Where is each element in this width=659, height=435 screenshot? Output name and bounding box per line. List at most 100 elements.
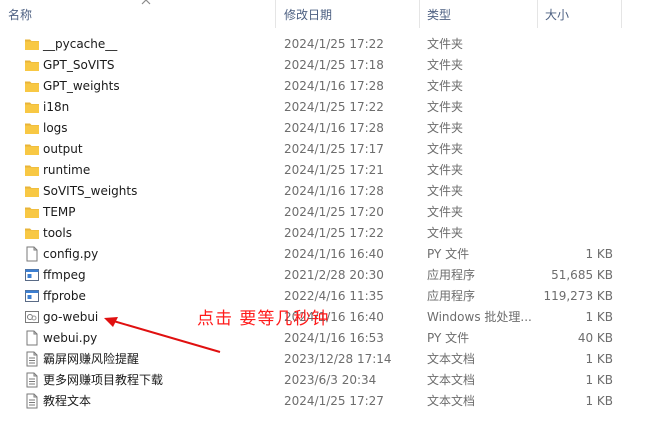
file-name: GPT_SoVITS xyxy=(43,58,115,72)
file-size: 1 KB xyxy=(585,373,613,387)
file-date: 2024/1/25 17:27 xyxy=(284,394,384,408)
folder-icon xyxy=(24,99,40,115)
column-divider[interactable] xyxy=(419,0,420,28)
file-type: 文本文档 xyxy=(427,373,476,387)
folder-icon xyxy=(24,36,40,52)
file-date: 2024/1/25 17:17 xyxy=(284,142,384,156)
file-size: 1 KB xyxy=(585,394,613,408)
file-name: TEMP xyxy=(43,205,76,219)
file-row[interactable]: go-webui 2024/1/16 16:40 Windows 批处理... 1 K… xyxy=(0,307,659,328)
file-date: 2024/1/16 17:28 xyxy=(284,121,384,135)
column-header-date[interactable]: 修改日期 xyxy=(284,0,332,28)
file-row[interactable]: TEMP 2024/1/25 17:20 文件夹 xyxy=(0,202,659,223)
file-name: GPT_weights xyxy=(43,79,120,93)
file-type: 文件夹 xyxy=(427,226,464,240)
file-type: PY 文件 xyxy=(427,331,470,345)
file-date: 2024/1/25 17:22 xyxy=(284,37,384,51)
file-row[interactable]: ffprobe 2022/4/16 11:35 应用程序 119,273 KB xyxy=(0,286,659,307)
file-type: 应用程序 xyxy=(427,289,476,303)
folder-icon xyxy=(24,162,40,178)
folder-icon xyxy=(24,57,40,73)
file-name: __pycache__ xyxy=(43,37,118,51)
batch-file-icon xyxy=(24,309,40,325)
file-date: 2024/1/16 16:40 xyxy=(284,247,384,261)
file-size: 1 KB xyxy=(585,310,613,324)
column-header-name[interactable]: 名称 xyxy=(8,0,32,28)
file-row[interactable]: SoVITS_weights 2024/1/16 17:28 文件夹 xyxy=(0,181,659,202)
file-date: 2024/1/25 17:22 xyxy=(284,100,384,114)
file-name: webui.py xyxy=(43,331,98,345)
file-date: 2023/12/28 17:14 xyxy=(284,352,392,366)
file-icon xyxy=(24,246,40,262)
folder-icon xyxy=(24,141,40,157)
file-date: 2024/1/16 17:28 xyxy=(284,79,384,93)
file-row[interactable]: GPT_weights 2024/1/16 17:28 文件夹 xyxy=(0,76,659,97)
file-date: 2024/1/25 17:20 xyxy=(284,205,384,219)
folder-icon xyxy=(24,204,40,220)
column-header-bar: 名称 修改日期 类型 大小 xyxy=(0,0,659,28)
file-type: PY 文件 xyxy=(427,247,470,261)
sort-ascending-icon xyxy=(141,0,151,5)
file-row[interactable]: config.py 2024/1/16 16:40 PY 文件 1 KB xyxy=(0,244,659,265)
file-row[interactable]: __pycache__ 2024/1/25 17:22 文件夹 xyxy=(0,34,659,55)
column-divider[interactable] xyxy=(275,0,276,28)
text-file-icon xyxy=(24,393,40,409)
annotation-arrow xyxy=(104,317,221,353)
file-row[interactable]: 更多网赚项目教程下载 2023/6/3 20:34 文本文档 1 KB xyxy=(0,370,659,391)
file-date: 2024/1/25 17:18 xyxy=(284,58,384,72)
file-row[interactable]: ffmpeg 2021/2/28 20:30 应用程序 51,685 KB xyxy=(0,265,659,286)
file-row[interactable]: webui.py 2024/1/16 16:53 PY 文件 40 KB xyxy=(0,328,659,349)
file-date: 2024/1/16 16:53 xyxy=(284,331,384,345)
file-size: 119,273 KB xyxy=(543,289,613,303)
file-name: SoVITS_weights xyxy=(43,184,138,198)
file-row[interactable]: logs 2024/1/16 17:28 文件夹 xyxy=(0,118,659,139)
file-name: 更多网赚项目教程下载 xyxy=(43,373,164,387)
folder-icon xyxy=(24,120,40,136)
file-date: 2024/1/16 17:28 xyxy=(284,184,384,198)
file-row[interactable]: output 2024/1/25 17:17 文件夹 xyxy=(0,139,659,160)
file-name: 教程文本 xyxy=(43,394,92,408)
file-date: 2023/6/3 20:34 xyxy=(284,373,377,387)
text-file-icon xyxy=(24,351,40,367)
file-name: tools xyxy=(43,226,72,240)
column-header-size[interactable]: 大小 xyxy=(545,0,569,28)
file-date: 2024/1/25 17:22 xyxy=(284,226,384,240)
folder-icon xyxy=(24,183,40,199)
file-size: 1 KB xyxy=(585,352,613,366)
file-size: 40 KB xyxy=(577,331,613,345)
folder-icon xyxy=(24,78,40,94)
file-name: i18n xyxy=(43,100,70,114)
column-header-type[interactable]: 类型 xyxy=(427,0,451,28)
file-name: ffprobe xyxy=(43,289,86,303)
file-name: output xyxy=(43,142,83,156)
file-row[interactable]: runtime 2024/1/25 17:21 文件夹 xyxy=(0,160,659,181)
file-type: 文件夹 xyxy=(427,121,464,135)
file-type: 文件夹 xyxy=(427,79,464,93)
file-date: 2021/2/28 20:30 xyxy=(284,268,384,282)
file-type: 文件夹 xyxy=(427,142,464,156)
file-type: 文件夹 xyxy=(427,37,464,51)
file-name: logs xyxy=(43,121,68,135)
column-divider[interactable] xyxy=(621,0,622,28)
file-date: 2024/1/25 17:21 xyxy=(284,163,384,177)
file-name: runtime xyxy=(43,163,91,177)
file-row[interactable]: tools 2024/1/25 17:22 文件夹 xyxy=(0,223,659,244)
file-row[interactable]: 霸屏网赚风险提醒 2023/12/28 17:14 文本文档 1 KB xyxy=(0,349,659,370)
file-type: 文件夹 xyxy=(427,184,464,198)
app-icon xyxy=(24,288,40,304)
file-type: 文件夹 xyxy=(427,163,464,177)
file-row[interactable]: 教程文本 2024/1/25 17:27 文本文档 1 KB xyxy=(0,391,659,412)
file-type: 文件夹 xyxy=(427,58,464,72)
file-type: 文件夹 xyxy=(427,100,464,114)
file-type: Windows 批处理... xyxy=(427,310,532,324)
app-icon xyxy=(24,267,40,283)
file-row[interactable]: i18n 2024/1/25 17:22 文件夹 xyxy=(0,97,659,118)
file-type: 应用程序 xyxy=(427,268,476,282)
file-row[interactable]: GPT_SoVITS 2024/1/25 17:18 文件夹 xyxy=(0,55,659,76)
file-name: go-webui xyxy=(43,310,99,324)
file-name: config.py xyxy=(43,247,99,261)
file-icon xyxy=(24,330,40,346)
column-divider[interactable] xyxy=(537,0,538,28)
file-type: 文件夹 xyxy=(427,205,464,219)
file-size: 1 KB xyxy=(585,247,613,261)
